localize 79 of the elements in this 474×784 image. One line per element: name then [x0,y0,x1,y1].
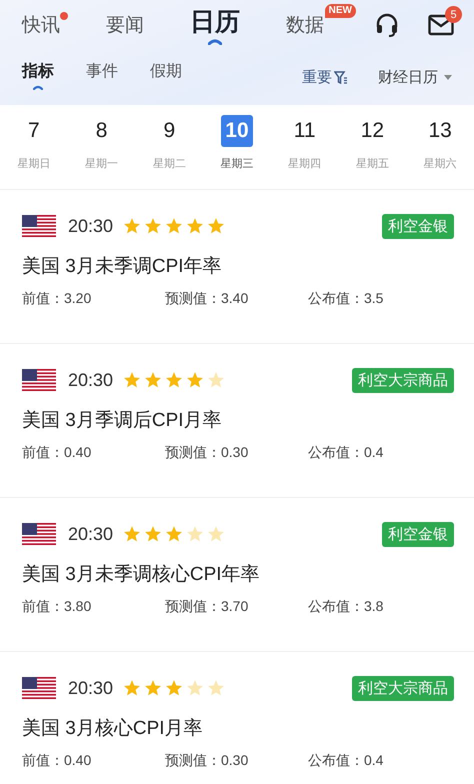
star-icon [186,679,204,697]
sub-tab[interactable]: 假期 [150,60,182,94]
caret-icon [208,39,222,45]
star-icon [207,679,226,697]
flag-icon [22,677,56,699]
star-icon [207,525,226,543]
star-icon [144,371,162,389]
impact-tag: 利空金银 [382,214,454,238]
actual-value: 公布值：0.4 [308,752,384,770]
event-time: 20:30 [68,524,114,544]
nav-tab[interactable]: 快讯 [22,12,60,38]
previous-value: 前值：3.20 [22,290,92,308]
impact-tag: 利空大宗商品 [352,368,454,392]
star-icon [144,217,162,235]
calendar-dropdown[interactable]: 财经日历 [378,68,452,87]
previous-value: 前值：0.40 [22,752,92,770]
star-icon [165,525,184,543]
previous-value: 前值：0.40 [22,444,92,462]
star-icon [165,371,184,389]
star-icon [123,679,142,697]
date-button[interactable]: 10 [220,115,253,147]
sub-tab[interactable]: 指标 [22,60,54,94]
impact-tag: 利空大宗商品 [352,676,454,700]
star-icon [144,525,162,543]
forecast-value: 预测值：0.30 [165,752,250,770]
event-title: 美国 3月未季调核心CPI年率 [22,562,261,587]
event-time: 20:30 [68,678,114,698]
actual-value: 公布值：0.4 [308,444,384,462]
event-time: 20:30 [68,370,114,390]
event-time: 20:30 [68,216,114,236]
event-title: 美国 3月未季调CPI年率 [22,254,223,279]
impact-tag: 利空金银 [382,522,454,546]
date-button[interactable]: 7 [18,115,50,147]
weekday-label: 星期一 [85,157,118,171]
forecast-value: 预测值：3.40 [165,290,250,308]
actual-value: 公布值：3.5 [308,290,384,308]
sub-tab[interactable]: 事件 [86,60,118,94]
event-title: 美国 3月季调后CPI月率 [22,408,223,433]
star-icon [123,217,142,235]
headset-icon [374,12,400,38]
flag-icon [22,369,56,391]
caret-icon [33,84,43,90]
headset-button[interactable] [374,12,400,38]
date-button[interactable]: 12 [356,115,388,147]
star-icon [165,679,184,697]
nav-tab[interactable]: 要闻 [106,12,144,38]
filter-icon [334,71,348,84]
dropdown-caret-icon [444,75,452,80]
date-button[interactable]: 8 [86,115,118,147]
star-icon [186,371,204,389]
star-icon [144,679,162,697]
star-icon [123,371,142,389]
date-button[interactable]: 9 [153,115,186,147]
star-icon [123,525,142,543]
event-title: 美国 3月核心CPI月率 [22,716,204,741]
star-icon [186,217,204,235]
forecast-value: 预测值：3.70 [165,598,250,616]
filter-button[interactable]: 重要 [302,68,348,87]
star-icon [207,217,226,235]
flag-icon [22,523,56,545]
forecast-value: 预测值：0.30 [165,444,250,462]
weekday-label: 星期五 [356,157,389,171]
actual-value: 公布值：3.8 [308,598,384,616]
flag-icon [22,215,56,237]
weekday-label: 星期日 [17,157,50,171]
weekday-label: 星期四 [288,157,322,171]
previous-value: 前值：3.80 [22,598,92,616]
nav-tab[interactable]: 日历 [190,5,240,45]
star-icon [207,371,226,389]
unread-count-badge: 5 [445,6,462,23]
nav-tab[interactable]: 数据 [286,12,324,38]
weekday-label: 星期二 [152,157,186,171]
date-button[interactable]: 13 [424,115,456,147]
weekday-label: 星期三 [220,157,254,171]
weekday-label: 星期六 [424,156,457,171]
star-icon [186,525,204,543]
star-icon [165,217,184,235]
new-badge: NEW [324,4,356,18]
date-button[interactable]: 11 [288,115,321,147]
